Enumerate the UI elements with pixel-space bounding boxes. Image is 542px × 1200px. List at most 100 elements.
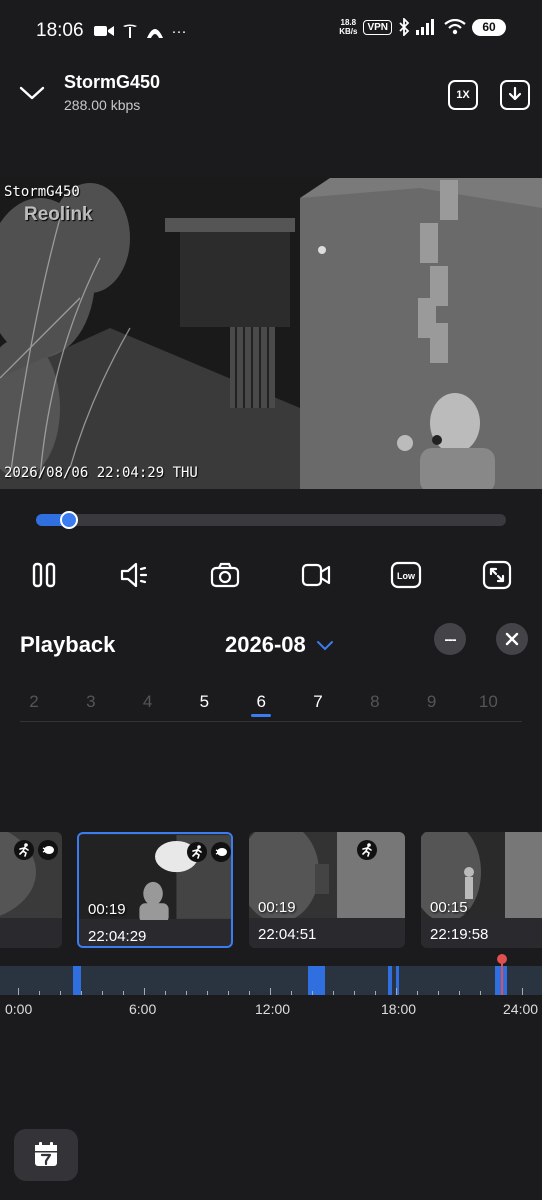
fullscreen-button[interactable] <box>477 555 517 595</box>
osd-brand-logo: Reolink <box>24 204 93 225</box>
clip-start-time: 22:04:51 <box>258 926 317 943</box>
clip-duration: 00:19 <box>258 899 296 916</box>
timeline-tick <box>522 988 523 995</box>
day-4[interactable]: 4 <box>133 692 163 712</box>
timeline-tick <box>186 991 187 995</box>
arch-icon <box>146 29 163 38</box>
camera-bitrate: 288.00 kbps <box>64 97 141 113</box>
fullscreen-icon <box>482 560 512 590</box>
recording-segment[interactable] <box>72 966 81 995</box>
osd-timestamp: 2026/08/06 22:04:29 THU <box>4 465 198 481</box>
recording-segment[interactable] <box>307 966 325 995</box>
day-selector: 2 3 4 5 6 7 8 9 10 <box>20 690 522 722</box>
timeline-tick <box>228 991 229 995</box>
quality-label: Low <box>397 571 416 581</box>
status-bar: 18:06 ··· 18.8 KB/s VPN 60 <box>0 0 542 62</box>
timeline-tick <box>81 991 82 995</box>
timeline-label: 6:00 <box>129 1001 157 1017</box>
timeline-tick <box>312 991 313 995</box>
pause-icon <box>32 562 56 588</box>
clip-start-time: 22:04:29 <box>88 928 147 945</box>
timeline-label: 12:00 <box>255 1001 291 1017</box>
download-button[interactable] <box>500 80 530 110</box>
record-button[interactable] <box>296 555 336 595</box>
recording-segment[interactable] <box>387 966 392 995</box>
pause-button[interactable] <box>24 555 64 595</box>
volume-icon <box>120 562 148 588</box>
timeline-tick <box>123 991 124 995</box>
record-icon <box>301 563 331 587</box>
day-6[interactable]: 6 <box>246 692 276 712</box>
camera-header: StormG450 288.00 kbps 1X <box>0 62 542 128</box>
camera-name: StormG450 <box>64 72 161 92</box>
calendar-button[interactable] <box>14 1129 78 1181</box>
day-3[interactable]: 3 <box>76 692 106 712</box>
timeline-bar[interactable] <box>0 954 542 995</box>
selected-day-indicator <box>251 714 272 717</box>
status-left-icons: ··· <box>93 23 187 40</box>
volume-button[interactable] <box>115 555 155 595</box>
timeline-tick <box>207 991 208 995</box>
day-9[interactable]: 9 <box>417 692 447 712</box>
timeline-labels: 0:00 6:00 12:00 18:00 24:00 <box>0 1001 542 1021</box>
clip-card[interactable]: 00:15 22:19:58 <box>421 832 542 948</box>
month-selector[interactable]: 2026-08 <box>225 632 334 658</box>
net-speed-value: 18.8 <box>340 18 357 27</box>
day-2[interactable]: 2 <box>19 692 49 712</box>
timeline-tick <box>270 988 271 995</box>
motion-icon <box>187 842 207 862</box>
playback-progress-slider[interactable] <box>36 511 506 529</box>
motion-icon <box>14 840 34 860</box>
light-icon <box>38 840 58 860</box>
progress-handle[interactable] <box>59 511 78 529</box>
day-7[interactable]: 7 <box>303 692 333 712</box>
snapshot-button[interactable] <box>205 555 245 595</box>
quality-low-icon: Low <box>390 561 422 589</box>
month-label: 2026-08 <box>225 632 306 657</box>
timeline-tick <box>291 991 292 995</box>
timeline-tick <box>438 991 439 995</box>
bluetooth-icon <box>399 18 410 36</box>
playback-speed-button[interactable]: 1X <box>448 80 478 110</box>
day-10[interactable]: 10 <box>473 692 503 712</box>
timeline-tick <box>375 991 376 995</box>
video-camera-icon <box>93 26 114 36</box>
timeline-tick <box>102 991 103 995</box>
timeline-tick <box>396 988 397 995</box>
timeline-tick <box>144 988 145 995</box>
day-8[interactable]: 8 <box>360 692 390 712</box>
timeline-tick <box>459 991 460 995</box>
clip-card[interactable]: 00:19 22:04:51 <box>249 832 405 948</box>
collapse-button[interactable] <box>18 78 46 106</box>
filter-button[interactable]: --- <box>434 623 466 655</box>
battery-indicator: 60 <box>472 18 506 36</box>
timeline-tick <box>480 991 481 995</box>
signal-icon <box>416 19 434 35</box>
day-5[interactable]: 5 <box>189 692 219 712</box>
timeline-playhead-dot <box>497 954 508 964</box>
video-player[interactable]: StormG450 Reolink 2026/08/06 22:04:29 TH… <box>0 178 542 489</box>
playback-title: Playback <box>20 632 116 657</box>
timeline-tick <box>249 991 250 995</box>
clip-duration: 00:15 <box>430 899 468 916</box>
close-button[interactable] <box>496 623 528 655</box>
clip-list: 00:19 22:04:29 00:19 22:04:51 00:15 22:19:58 <box>0 832 542 948</box>
light-icon <box>211 842 231 862</box>
timeline-label: 0:00 <box>5 1001 33 1017</box>
close-icon <box>505 632 519 646</box>
status-time: 18:06 <box>36 20 84 41</box>
tesla-icon <box>122 24 137 38</box>
timeline-tick <box>417 991 418 995</box>
download-icon <box>508 86 522 101</box>
clip-card[interactable] <box>0 832 62 948</box>
clip-card[interactable]: 00:19 22:04:29 <box>77 832 233 948</box>
timeline-tick <box>18 988 19 995</box>
net-speed: 18.8 KB/s <box>339 18 357 36</box>
wifi-icon <box>444 19 466 35</box>
chevron-down-icon <box>19 86 45 100</box>
snapshot-icon <box>210 562 240 588</box>
quality-button[interactable]: Low <box>386 555 426 595</box>
net-speed-unit: KB/s <box>339 27 358 36</box>
chevron-down-icon <box>316 641 333 651</box>
timeline-tick <box>333 991 334 995</box>
